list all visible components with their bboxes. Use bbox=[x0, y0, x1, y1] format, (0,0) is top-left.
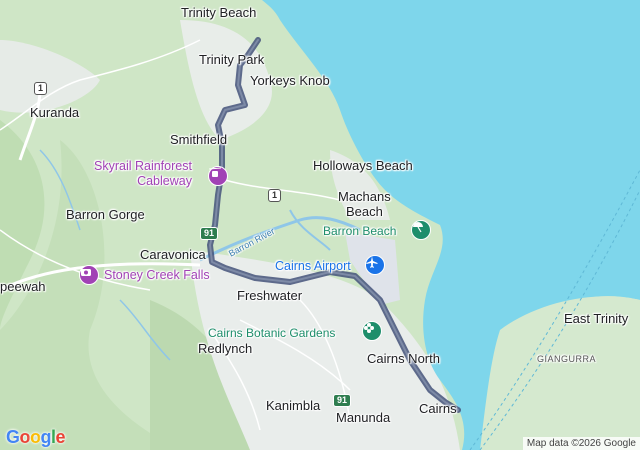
place-redlynch[interactable]: Redlynch bbox=[198, 341, 252, 356]
place-trinity-park[interactable]: Trinity Park bbox=[199, 52, 264, 67]
poi-skyrail[interactable]: Skyrail Rainforest Cableway bbox=[94, 159, 192, 189]
map-layer bbox=[0, 0, 640, 450]
poi-cairns-botanic-gardens[interactable]: Cairns Botanic Gardens bbox=[208, 326, 335, 341]
place-freshwater[interactable]: Freshwater bbox=[237, 288, 302, 303]
place-east-trinity[interactable]: East Trinity bbox=[564, 311, 628, 326]
place-trinity-beach[interactable]: Trinity Beach bbox=[181, 5, 256, 20]
airplane-icon[interactable] bbox=[365, 255, 385, 275]
route-91-shield-bottom: 91 bbox=[333, 394, 352, 407]
poi-cairns-airport[interactable]: Cairns Airport bbox=[275, 259, 351, 274]
poi-stoney-creek-falls[interactable]: Stoney Creek Falls bbox=[104, 268, 210, 283]
route-1-shield-north: 1 bbox=[34, 82, 48, 95]
cable-car-icon[interactable] bbox=[208, 166, 228, 186]
place-barron-gorge[interactable]: Barron Gorge bbox=[66, 207, 145, 222]
place-machans-beach[interactable]: Machans Beach bbox=[338, 189, 391, 219]
flower-icon[interactable] bbox=[362, 321, 382, 341]
place-giangurra[interactable]: GIANGURRA bbox=[537, 352, 596, 367]
google-logo[interactable]: Google bbox=[6, 427, 66, 448]
camera-icon[interactable] bbox=[79, 265, 99, 285]
place-cairns-north[interactable]: Cairns North bbox=[367, 351, 440, 366]
map-canvas[interactable]: Trinity Beach Trinity Park Yorkeys Knob … bbox=[0, 0, 640, 450]
place-manunda[interactable]: Manunda bbox=[336, 410, 390, 425]
place-speewah[interactable]: peewah bbox=[0, 279, 46, 294]
route-1-shield-mid: 1 bbox=[268, 189, 282, 202]
poi-barron-beach[interactable]: Barron Beach bbox=[323, 224, 396, 239]
route-91-shield-top: 91 bbox=[200, 227, 219, 240]
place-holloways-beach[interactable]: Holloways Beach bbox=[313, 158, 413, 173]
place-caravonica[interactable]: Caravonica bbox=[140, 247, 206, 262]
map-attribution: Map data ©2026 Google bbox=[522, 437, 640, 450]
place-smithfield[interactable]: Smithfield bbox=[170, 132, 227, 147]
place-cairns[interactable]: Cairns bbox=[419, 401, 457, 416]
place-kanimbla[interactable]: Kanimbla bbox=[266, 398, 320, 413]
beach-umbrella-icon[interactable] bbox=[411, 220, 431, 240]
place-yorkeys-knob[interactable]: Yorkeys Knob bbox=[250, 73, 330, 88]
place-kuranda[interactable]: Kuranda bbox=[30, 105, 79, 120]
